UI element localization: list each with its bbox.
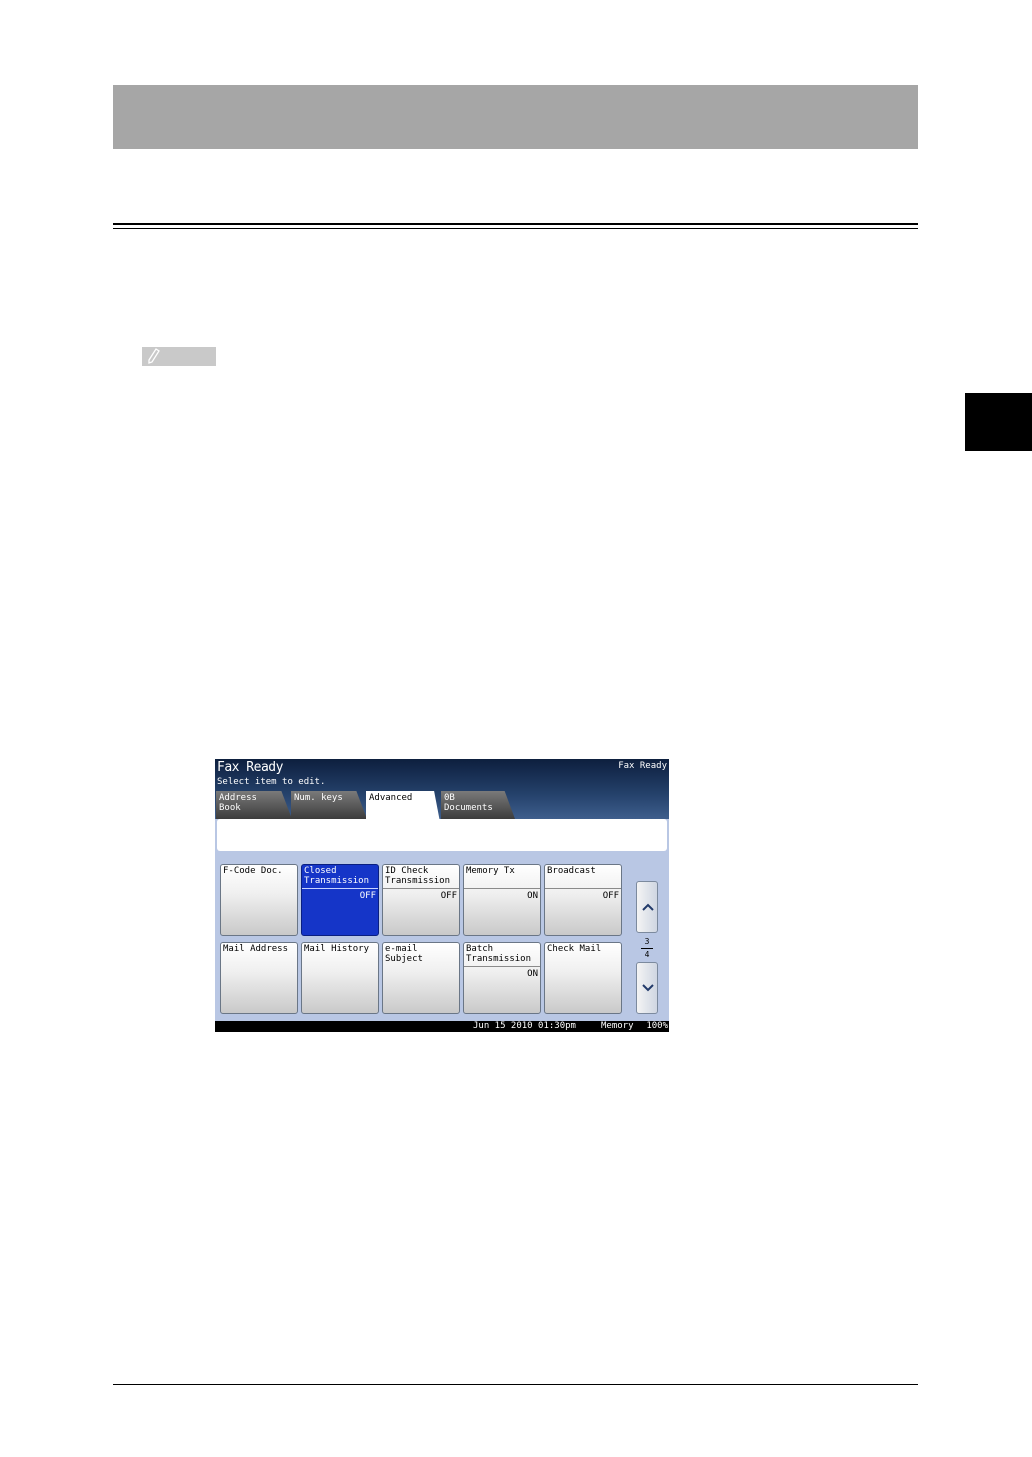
tab-address-book[interactable]: Address Book bbox=[216, 791, 292, 819]
status-bar: Jun 15 2010 01:30pm Memory 100% bbox=[215, 1021, 669, 1032]
footer-rule bbox=[113, 1384, 918, 1385]
feature-key-grid: F-Code Doc. Closed Transmission OFF ID C… bbox=[220, 864, 622, 1016]
panel-title: Fax Ready bbox=[217, 760, 283, 775]
status-datetime: Jun 15 2010 01:30pm bbox=[473, 1021, 576, 1031]
page-divider bbox=[641, 948, 653, 949]
closed-transmission-button[interactable]: Closed Transmission OFF bbox=[301, 864, 379, 936]
chapter-header-band bbox=[113, 85, 918, 149]
memory-tx-button[interactable]: Memory Tx ON bbox=[463, 864, 541, 936]
status-memory-label: Memory bbox=[601, 1021, 634, 1031]
key-value: OFF bbox=[440, 891, 457, 901]
key-divider bbox=[464, 966, 540, 967]
tab-num-keys[interactable]: Num. keys bbox=[291, 791, 367, 819]
panel-subtitle: Select item to edit. bbox=[217, 777, 326, 787]
mail-address-button[interactable]: Mail Address bbox=[220, 942, 298, 1014]
scroll-down-button[interactable] bbox=[636, 962, 658, 1014]
chapter-side-tab bbox=[965, 393, 1032, 451]
panel-status: Fax Ready bbox=[618, 761, 667, 771]
section-rule bbox=[113, 223, 918, 225]
broadcast-button[interactable]: Broadcast OFF bbox=[544, 864, 622, 936]
key-label: Mail History bbox=[304, 944, 370, 954]
mail-history-button[interactable]: Mail History bbox=[301, 942, 379, 1014]
tab-documents[interactable]: 0B Documents bbox=[441, 791, 515, 819]
key-divider bbox=[545, 888, 621, 889]
fax-control-panel: Fax Ready Fax Ready Select item to edit.… bbox=[215, 759, 669, 1032]
section-rule-thin bbox=[113, 228, 918, 229]
key-label: Mail Address bbox=[223, 944, 289, 954]
key-value: OFF bbox=[602, 891, 619, 901]
id-check-transmission-button[interactable]: ID Check Transmission OFF bbox=[382, 864, 460, 936]
key-label: Closed Transmission bbox=[304, 866, 370, 886]
key-label: ID Check Transmission bbox=[385, 866, 451, 886]
key-label: Broadcast bbox=[547, 866, 596, 876]
chevron-down-icon bbox=[642, 984, 654, 992]
key-divider bbox=[302, 888, 378, 889]
key-divider bbox=[383, 888, 459, 889]
f-code-doc-button[interactable]: F-Code Doc. bbox=[220, 864, 298, 936]
page-indicator: 3 4 bbox=[639, 937, 655, 960]
message-area bbox=[217, 819, 667, 851]
page-current: 3 bbox=[644, 937, 650, 946]
key-label: F-Code Doc. bbox=[223, 866, 283, 876]
status-memory-value: 100% bbox=[646, 1021, 668, 1031]
scroll-up-button[interactable] bbox=[636, 881, 658, 933]
check-mail-button[interactable]: Check Mail bbox=[544, 942, 622, 1014]
tab-advanced[interactable]: Advanced bbox=[366, 791, 440, 822]
key-label: Memory Tx bbox=[466, 866, 515, 876]
chevron-up-icon bbox=[642, 903, 654, 911]
key-label: e-mail Subject bbox=[385, 944, 423, 964]
key-label: Batch Transmission bbox=[466, 944, 532, 964]
key-label: Check Mail bbox=[547, 944, 602, 954]
key-value: ON bbox=[527, 891, 538, 901]
panel-header: Fax Ready Fax Ready Select item to edit.… bbox=[215, 759, 669, 822]
page-total: 4 bbox=[644, 950, 650, 959]
email-subject-button[interactable]: e-mail Subject bbox=[382, 942, 460, 1014]
note-badge bbox=[142, 347, 216, 366]
key-value: OFF bbox=[359, 891, 376, 901]
key-divider bbox=[464, 888, 540, 889]
pencil-icon bbox=[148, 348, 160, 364]
key-value: ON bbox=[527, 969, 538, 979]
batch-transmission-button[interactable]: Batch Transmission ON bbox=[463, 942, 541, 1014]
